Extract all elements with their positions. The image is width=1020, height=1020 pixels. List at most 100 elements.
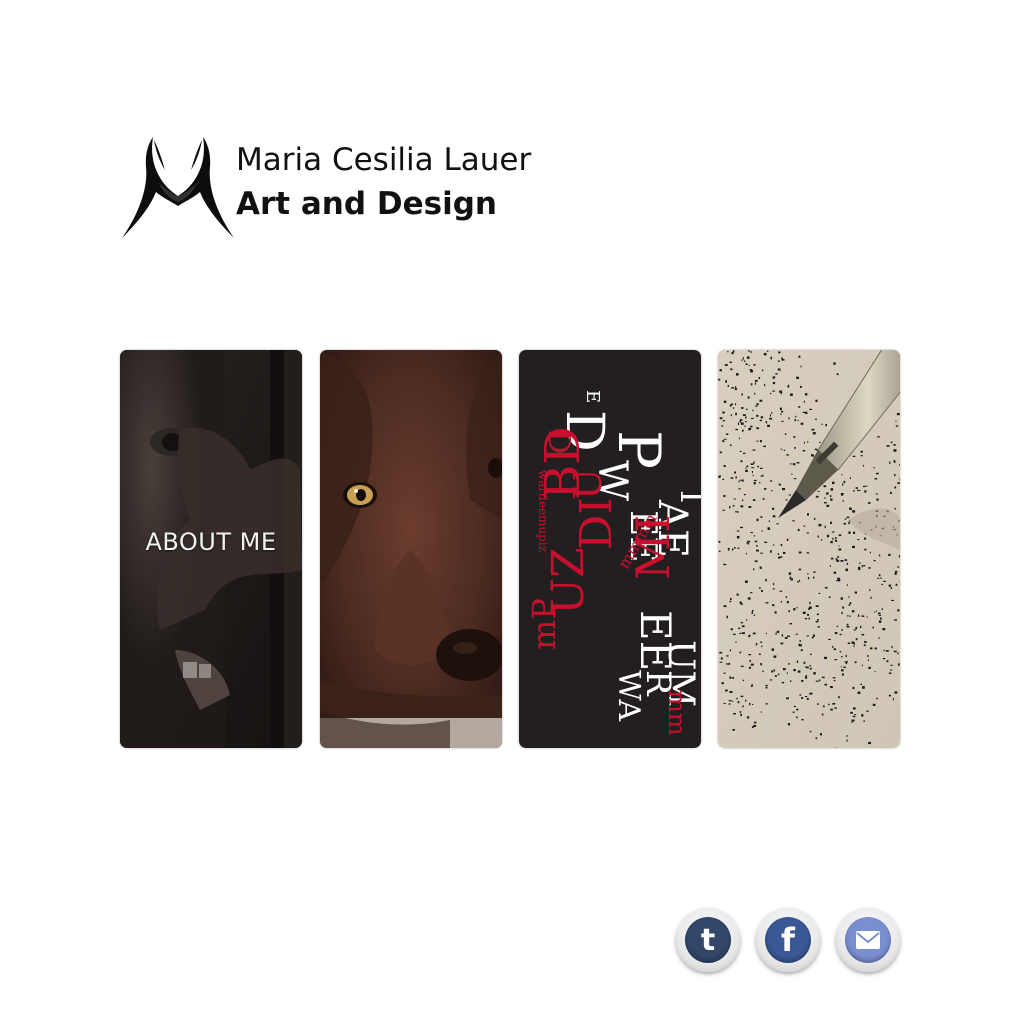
stipple-dot [761, 369, 764, 372]
stipple-dot [844, 559, 848, 561]
stipple-dot [740, 422, 744, 425]
stipple-dot [802, 450, 806, 452]
stipple-dot [863, 644, 866, 647]
svg-text:E: E [582, 390, 603, 403]
stipple-dot [830, 686, 833, 689]
stipple-dot [773, 655, 777, 658]
stipple-dot [740, 713, 742, 717]
stipple-dot [756, 427, 759, 430]
stipple-dot [760, 711, 762, 713]
stipple-dot [787, 723, 790, 726]
facebook-button[interactable]: f [756, 908, 820, 972]
stipple-dot [771, 648, 774, 651]
stipple-dot [722, 509, 725, 511]
stipple-dot [803, 661, 806, 664]
mcl-monogram-logo[interactable] [118, 132, 238, 242]
stipple-dot [864, 548, 867, 551]
stipple-dot [846, 516, 850, 519]
stipple-dot [868, 741, 871, 745]
stipple-dot [790, 578, 793, 581]
stipple-dot [832, 677, 836, 679]
stipple-dot [732, 407, 735, 409]
tile-typography-art[interactable]: D E P W BD U EE AE I D DI UZ mP MI EE UM… [519, 350, 701, 748]
stipple-dot [818, 592, 821, 594]
stipple-dot [835, 558, 838, 561]
stipple-dot [833, 680, 836, 682]
stipple-dot [809, 730, 812, 733]
stipple-dot [848, 522, 850, 525]
stipple-dot [797, 528, 800, 532]
tile-stippling-drawing[interactable] [718, 350, 900, 748]
stipple-dot [849, 602, 852, 605]
stipple-dot [834, 632, 838, 635]
stipple-dot [875, 493, 878, 495]
stipple-dot [895, 420, 897, 422]
stipple-dot [749, 702, 751, 706]
email-button[interactable] [836, 908, 900, 972]
stipple-dot [805, 676, 808, 679]
stipple-dot [848, 604, 850, 606]
stipple-dot [893, 459, 896, 462]
stipple-dot [761, 645, 763, 648]
stipple-dot [866, 710, 869, 712]
stipple-dot [754, 540, 758, 543]
stipple-dot [796, 708, 799, 711]
stipple-dot [735, 412, 737, 416]
stipple-dot [849, 507, 851, 509]
svg-text:I: I [672, 490, 701, 503]
stipple-dot [824, 502, 827, 504]
stipple-dot [750, 663, 754, 666]
stipple-dot [753, 721, 757, 724]
stipple-dot [796, 462, 800, 464]
stipple-dot [812, 634, 815, 637]
stipple-dot [721, 425, 724, 427]
stipple-dot [859, 562, 861, 564]
stipple-dot [725, 689, 728, 692]
stipple-dot [753, 724, 757, 727]
stipple-dot [752, 409, 754, 412]
stipple-dot [771, 412, 773, 414]
stipple-dot [753, 364, 756, 366]
stipple-dot [745, 408, 748, 410]
stipple-dot [793, 608, 796, 611]
stipple-dot [794, 447, 796, 449]
stipple-dot [756, 440, 759, 442]
stipple-dot [739, 450, 742, 452]
stipple-dot [877, 436, 880, 438]
stipple-dot [752, 703, 754, 705]
stipple-dot [725, 380, 727, 383]
stipple-dot [786, 600, 789, 604]
stipple-dot [838, 548, 841, 551]
stipple-dot [792, 711, 795, 713]
stipple-dot [735, 403, 737, 406]
facebook-icon: f [765, 917, 811, 963]
stipple-dot [854, 591, 857, 594]
stipple-dot [828, 596, 831, 598]
stipple-dot [853, 714, 857, 716]
stipple-dot [779, 590, 783, 592]
stipple-dot [898, 663, 900, 666]
stipple-dot [804, 393, 808, 396]
stipple-dot [864, 537, 867, 540]
stipple-dot [897, 566, 899, 568]
svg-text:U: U [566, 468, 610, 500]
stipple-dot [890, 587, 892, 590]
stipple-dot [798, 568, 802, 571]
stipple-dot [740, 479, 742, 481]
stipple-dot [727, 384, 729, 387]
stipple-dot [796, 607, 798, 609]
stipple-dot [795, 415, 797, 418]
stipple-dot [724, 564, 727, 566]
tile-about-me[interactable]: ABOUT ME [120, 350, 302, 748]
stipple-dot [763, 445, 766, 448]
stipple-dot [893, 449, 897, 452]
tumblr-button[interactable]: t [676, 908, 740, 972]
stipple-dot [748, 506, 752, 508]
stipple-dot [777, 368, 779, 371]
stipple-dot [760, 416, 764, 419]
stipple-dot [722, 411, 725, 414]
stipple-dot [736, 530, 740, 532]
stipple-dot [742, 679, 745, 682]
stipple-dot [786, 672, 788, 674]
tile-dog-painting[interactable] [320, 350, 502, 748]
